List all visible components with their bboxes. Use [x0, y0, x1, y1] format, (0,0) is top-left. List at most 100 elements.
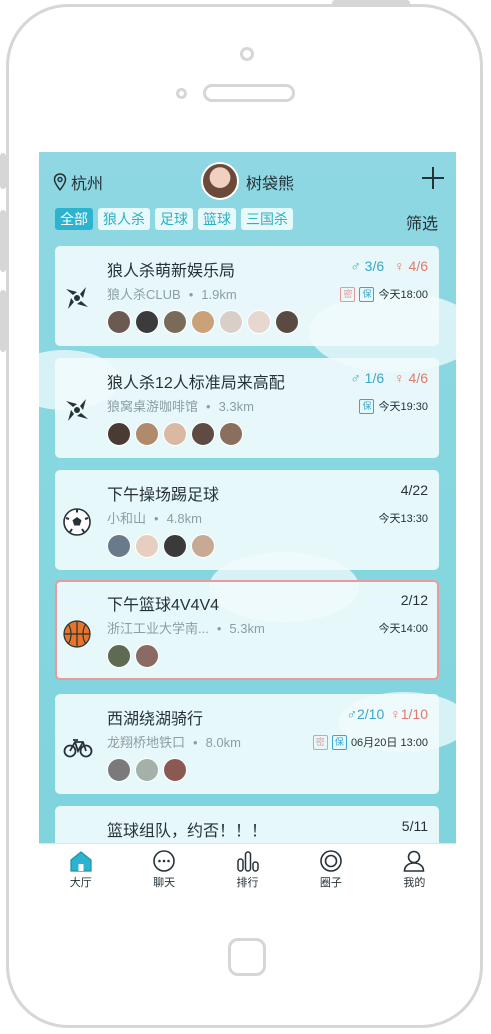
filter-chip-soccer[interactable]: 足球 [155, 208, 193, 230]
participant-count: 4/22 [400, 482, 428, 498]
event-card[interactable]: 西湖绕湖骑行 龙翔桥地铁口 • 8.0km ♂2/10 ♀1/10 密保 06月20日 … [55, 694, 439, 794]
bar-chart-icon [236, 851, 259, 872]
avatar[interactable] [191, 422, 215, 446]
avatar[interactable] [107, 534, 131, 558]
avatar[interactable] [135, 758, 159, 782]
separator-dot: • [154, 511, 159, 526]
add-icon[interactable] [421, 166, 445, 190]
chat-bubble-icon [153, 850, 175, 872]
participant-avatars [107, 310, 299, 334]
tab-ranking[interactable]: 排行 [206, 844, 289, 893]
male-count: ♂ 3/6 [350, 258, 385, 274]
front-camera [240, 47, 254, 61]
event-card[interactable]: 下午操场踢足球 小和山 • 4.8km 4/22 今天13:30 [55, 470, 439, 570]
power-button [332, 0, 410, 6]
avatar[interactable] [191, 310, 215, 334]
avatar[interactable] [135, 422, 159, 446]
female-count: ♀1/10 [390, 706, 428, 722]
avatar[interactable] [135, 310, 159, 334]
event-title: 狼人杀萌新娱乐局 [107, 263, 236, 280]
user-icon [404, 850, 425, 872]
participant-avatars [107, 422, 243, 446]
avatar[interactable] [219, 310, 243, 334]
tab-hall[interactable]: 大厅 [39, 844, 122, 893]
participant-avatars [107, 534, 215, 558]
event-time-row: 密保 06月20日 13:00 [312, 734, 428, 750]
event-time-row: 今天14:00 [378, 620, 428, 636]
avatar[interactable] [163, 534, 187, 558]
female-count: ♀ 4/6 [394, 258, 428, 274]
bicycle-icon [63, 732, 93, 760]
sensor [176, 88, 187, 99]
event-time: 今天13:30 [378, 513, 428, 525]
event-location: 小和山 • 4.8km [107, 508, 202, 527]
event-location: 狼人杀CLUB • 1.9km [107, 284, 237, 303]
participant-avatars [107, 644, 159, 668]
avatar[interactable] [107, 758, 131, 782]
event-title: 下午操场踢足球 [107, 487, 220, 504]
event-location: 狼窝桌游咖啡馆 • 3.3km [107, 396, 254, 415]
filter-chip-three-kingdoms[interactable]: 三国杀 [241, 208, 293, 230]
venue-name: 小和山 [107, 511, 147, 526]
distance: 3.3km [218, 399, 254, 414]
user-name[interactable]: 树袋熊 [246, 170, 294, 194]
circle-icon [320, 850, 342, 872]
filter-chip-all[interactable]: 全部 [55, 208, 93, 230]
event-card[interactable]: 下午篮球4V4V4 浙江工业大学南... • 5.3km 2/12 今天14:00 [55, 580, 439, 680]
male-count: ♂ 1/6 [350, 370, 385, 386]
female-count: ♀ 4/6 [394, 370, 428, 386]
bottom-tab-bar: 大厅 聊天 排行 圈子 我的 [39, 843, 456, 893]
location-selector[interactable]: 杭州 [53, 170, 103, 194]
basketball-icon [63, 620, 91, 648]
participant-count: 5/11 [401, 818, 428, 834]
event-time-row: 密保今天18:00 [340, 286, 428, 302]
event-time: 今天14:00 [378, 623, 428, 635]
home-button[interactable] [228, 938, 266, 976]
avatar[interactable] [163, 310, 187, 334]
user-avatar[interactable] [201, 162, 239, 200]
tab-chat[interactable]: 聊天 [122, 844, 205, 893]
event-time: 今天18:00 [378, 289, 428, 301]
separator-dot: • [193, 735, 198, 750]
event-time: 今天19:30 [378, 401, 428, 413]
werewolf-icon [63, 396, 91, 424]
home-icon [70, 851, 92, 872]
avatar[interactable] [191, 534, 215, 558]
event-card[interactable]: 狼人杀萌新娱乐局 狼人杀CLUB • 1.9km ♂ 3/6 ♀ 4/6 密保今天18… [55, 246, 439, 346]
avatar[interactable] [107, 422, 131, 446]
distance: 8.0km [205, 735, 241, 750]
tab-circle[interactable]: 圈子 [289, 844, 372, 893]
participant-count: 2/12 [400, 592, 428, 608]
filter-button[interactable]: 筛选 [406, 210, 438, 234]
avatar[interactable] [107, 644, 131, 668]
avatar[interactable] [107, 310, 131, 334]
participant-avatars [107, 758, 187, 782]
tab-label: 圈子 [319, 877, 342, 889]
category-filter-bar: 全部 狼人杀 足球 篮球 三国杀 [55, 208, 293, 230]
event-card[interactable]: 狼人杀12人标准局来高配 狼窝桌游咖啡馆 • 3.3km ♂ 1/6 ♀ 4/6 保今… [55, 358, 439, 458]
avatar[interactable] [135, 644, 159, 668]
event-title: 狼人杀12人标准局来高配 [107, 375, 285, 392]
event-location: 龙翔桥地铁口 • 8.0km [107, 732, 241, 751]
speaker-grille [203, 84, 295, 102]
mute-switch [0, 153, 6, 189]
avatar[interactable] [275, 310, 299, 334]
avatar[interactable] [163, 758, 187, 782]
gender-counts: ♂2/10 ♀1/10 [347, 706, 429, 722]
tab-label: 大厅 [69, 877, 92, 889]
avatar[interactable] [163, 422, 187, 446]
filter-chip-basketball[interactable]: 篮球 [198, 208, 236, 230]
filter-chip-werewolf[interactable]: 狼人杀 [98, 208, 150, 230]
distance: 5.3km [229, 621, 265, 636]
avatar[interactable] [219, 422, 243, 446]
separator-dot: • [206, 399, 211, 414]
venue-name: 龙翔桥地铁口 [107, 735, 186, 750]
event-time-row: 保今天19:30 [359, 398, 428, 414]
soccer-ball-icon [63, 508, 91, 536]
avatar[interactable] [135, 534, 159, 558]
male-count: ♂2/10 [346, 706, 385, 722]
avatar[interactable] [247, 310, 271, 334]
tab-mine[interactable]: 我的 [373, 844, 456, 893]
guarantee-badge: 保 [331, 734, 347, 750]
top-bar: 杭州 树袋熊 [39, 152, 456, 204]
